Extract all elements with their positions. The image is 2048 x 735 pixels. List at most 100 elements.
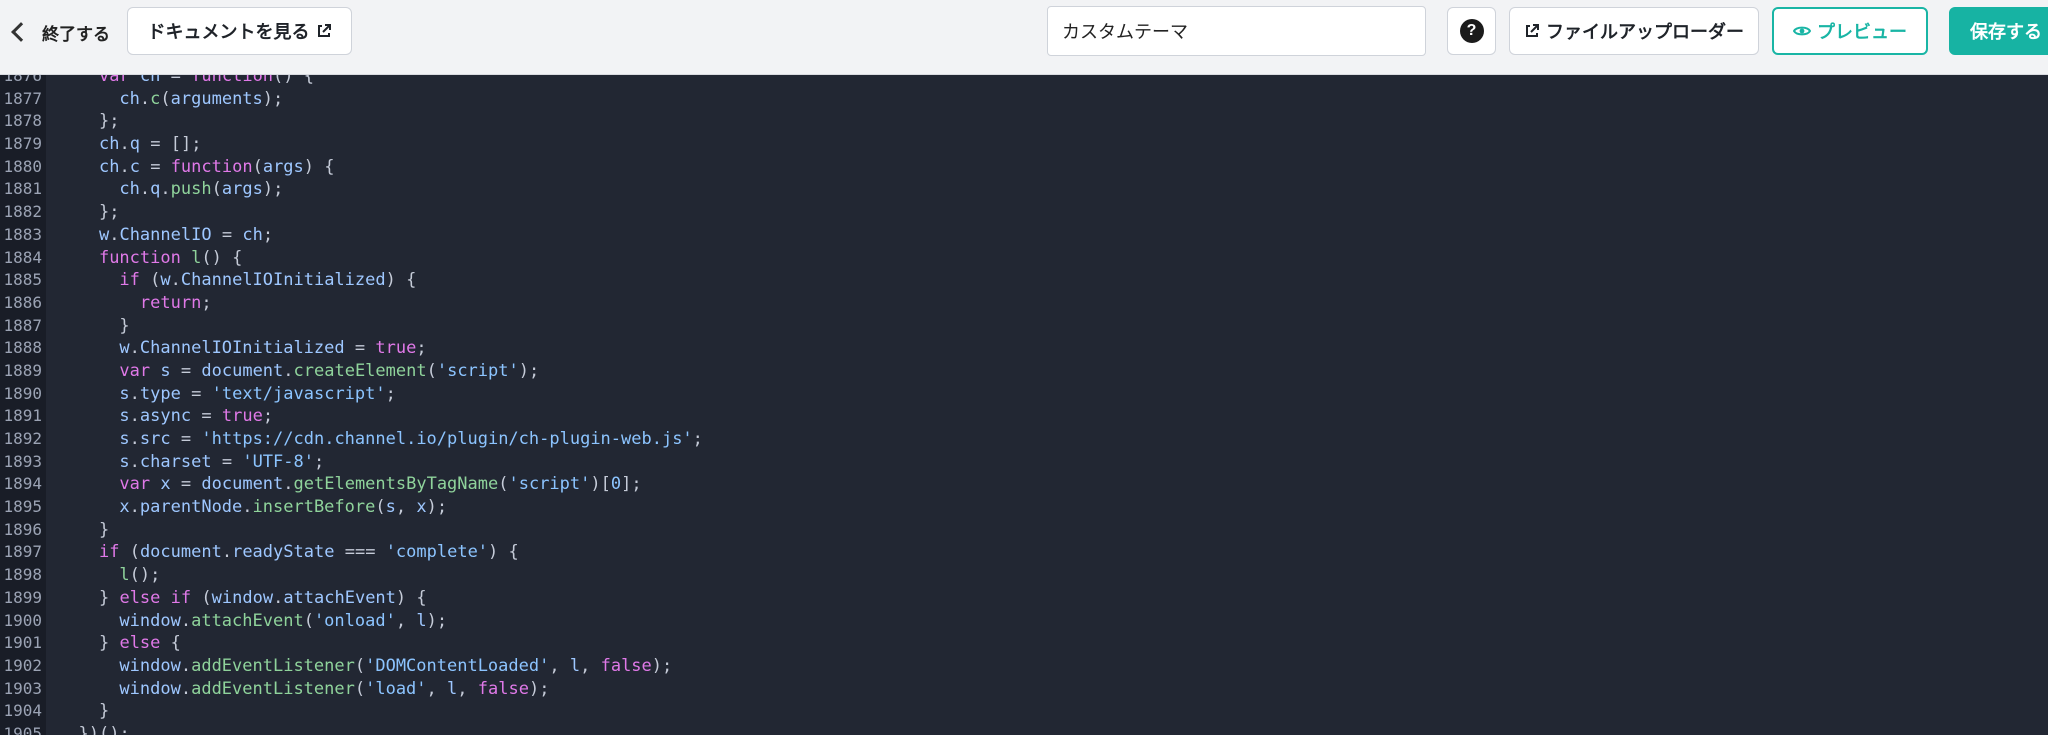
line-code: ch.q.push(args); [119, 179, 284, 200]
line-number: 1905 [3, 723, 42, 735]
line-number: 1881 [3, 179, 42, 199]
code-line: 1888 w.ChannelIOInitialized = true; [0, 337, 2048, 360]
save-button[interactable]: 保存する [1949, 7, 2048, 55]
preview-button[interactable]: プレビュー [1772, 7, 1928, 55]
line-code: window.addEventListener('load', l, false… [119, 678, 550, 699]
external-link-icon [1526, 24, 1539, 37]
code-line: 1894 var x = document.getElementsByTagNa… [0, 473, 2048, 496]
view-docs-label: ドキュメントを見る [147, 22, 310, 42]
theme-name-input[interactable] [1047, 6, 1426, 56]
line-number: 1900 [3, 610, 42, 630]
line-number: 1893 [3, 451, 42, 471]
line-code: l(); [119, 565, 161, 586]
file-uploader-button[interactable]: ファイルアップローダー [1509, 7, 1759, 55]
code-line: 1898 l(); [0, 564, 2048, 587]
code-line: 1877 ch.c(arguments); [0, 88, 2048, 111]
line-number: 1876 [3, 75, 42, 85]
code-line: 1902 window.addEventListener('DOMContent… [0, 655, 2048, 678]
code-line: 1876 var ch = function() { [0, 75, 2048, 88]
help-button[interactable]: ? [1447, 7, 1496, 55]
line-code: ch.c = function(args) { [98, 156, 335, 177]
line-code: } else { [98, 633, 181, 654]
code-line: 1891 s.async = true; [0, 405, 2048, 428]
code-line: 1889 var s = document.createElement('scr… [0, 360, 2048, 383]
line-number: 1880 [3, 156, 42, 176]
line-code: window.addEventListener('DOMContentLoade… [119, 655, 673, 676]
help-icon: ? [1459, 19, 1484, 43]
eye-icon [1793, 26, 1811, 36]
exit-button[interactable]: 終了する [8, 18, 110, 46]
line-code: x.parentNode.insertBefore(s, x); [119, 497, 448, 518]
line-number: 1890 [3, 383, 42, 403]
code-line: 1897 if (document.readyState === 'comple… [0, 541, 2048, 564]
code-line: 1901 } else { [0, 632, 2048, 655]
code-line: 1892 s.src = 'https://cdn.channel.io/plu… [0, 428, 2048, 451]
code-lines: 1876 var ch = function() {1877 ch.c(argu… [0, 75, 2048, 735]
line-code: if (document.readyState === 'complete') … [98, 542, 519, 563]
code-line: 1904 } [0, 700, 2048, 723]
line-number: 1878 [3, 111, 42, 131]
line-code: s.src = 'https://cdn.channel.io/plugin/c… [119, 429, 703, 449]
code-line: 1881 ch.q.push(args); [0, 178, 2048, 201]
code-line: 1900 window.attachEvent('onload', l); [0, 610, 2048, 633]
save-label: 保存する [1970, 22, 2042, 42]
code-line: 1884 function l() { [0, 247, 2048, 270]
code-line: 1893 s.charset = 'UTF-8'; [0, 451, 2048, 474]
line-code: })(); [78, 723, 130, 735]
line-number: 1903 [3, 678, 42, 698]
view-docs-button[interactable]: ドキュメントを見る [127, 7, 352, 55]
line-number: 1899 [3, 587, 42, 607]
top-toolbar: 終了する ドキュメントを見る ? ファイルアップローダー プレビュー 保存する [0, 0, 2048, 75]
line-code: w.ChannelIOInitialized = true; [119, 338, 427, 359]
line-code: ch.c(arguments); [119, 88, 284, 109]
line-code: } [98, 519, 110, 540]
chevron-left-icon [11, 22, 31, 42]
line-number: 1886 [3, 292, 42, 312]
code-line: 1887 } [0, 315, 2048, 338]
line-number: 1883 [3, 224, 42, 244]
line-code: if (w.ChannelIOInitialized) { [119, 270, 417, 291]
code-line: 1879 ch.q = []; [0, 133, 2048, 156]
line-number: 1895 [3, 497, 42, 517]
line-code: window.attachEvent('onload', l); [119, 610, 448, 631]
line-number: 1894 [3, 474, 42, 494]
code-editor[interactable]: 1876 var ch = function() {1877 ch.c(argu… [0, 75, 2048, 735]
line-number: 1887 [3, 315, 42, 335]
code-line: 1899 } else if (window.attachEvent) { [0, 587, 2048, 610]
line-code: s.async = true; [119, 406, 274, 427]
line-code: var x = document.getElementsByTagName('s… [119, 474, 642, 495]
code-line: 1885 if (w.ChannelIOInitialized) { [0, 269, 2048, 292]
line-code: } else if (window.attachEvent) { [98, 587, 427, 608]
line-number: 1879 [3, 134, 42, 154]
line-number: 1889 [3, 360, 42, 380]
code-line: 1883 w.ChannelIO = ch; [0, 224, 2048, 247]
line-number: 1892 [3, 429, 42, 448]
line-code: s.charset = 'UTF-8'; [119, 451, 325, 472]
exit-label: 終了する [42, 24, 110, 44]
line-number: 1902 [3, 655, 42, 675]
code-line: 1890 s.type = 'text/javascript'; [0, 383, 2048, 406]
line-number: 1877 [3, 88, 42, 108]
line-code: var ch = function() { [98, 75, 315, 86]
code-line: 1878 }; [0, 110, 2048, 133]
line-code: w.ChannelIO = ch; [98, 224, 274, 245]
code-line: 1896 } [0, 519, 2048, 542]
code-line: 1905 })(); [0, 723, 2048, 735]
line-code: ch.q = []; [98, 134, 202, 155]
external-link-icon [317, 24, 331, 37]
line-code: }; [98, 111, 120, 132]
line-code: } [119, 315, 130, 336]
line-number: 1904 [3, 701, 42, 721]
code-line: 1903 window.addEventListener('load', l, … [0, 678, 2048, 701]
line-number: 1884 [3, 247, 42, 267]
code-line: 1895 x.parentNode.insertBefore(s, x); [0, 496, 2048, 519]
line-number: 1901 [3, 633, 42, 653]
code-line: 1880 ch.c = function(args) { [0, 156, 2048, 179]
file-uploader-label: ファイルアップローダー [1546, 22, 1744, 42]
line-number: 1882 [3, 202, 42, 222]
preview-label: プレビュー [1817, 22, 1907, 42]
code-line: 1882 }; [0, 201, 2048, 224]
line-number: 1896 [3, 519, 42, 539]
line-code: }; [98, 202, 120, 223]
line-code: return; [139, 292, 212, 313]
